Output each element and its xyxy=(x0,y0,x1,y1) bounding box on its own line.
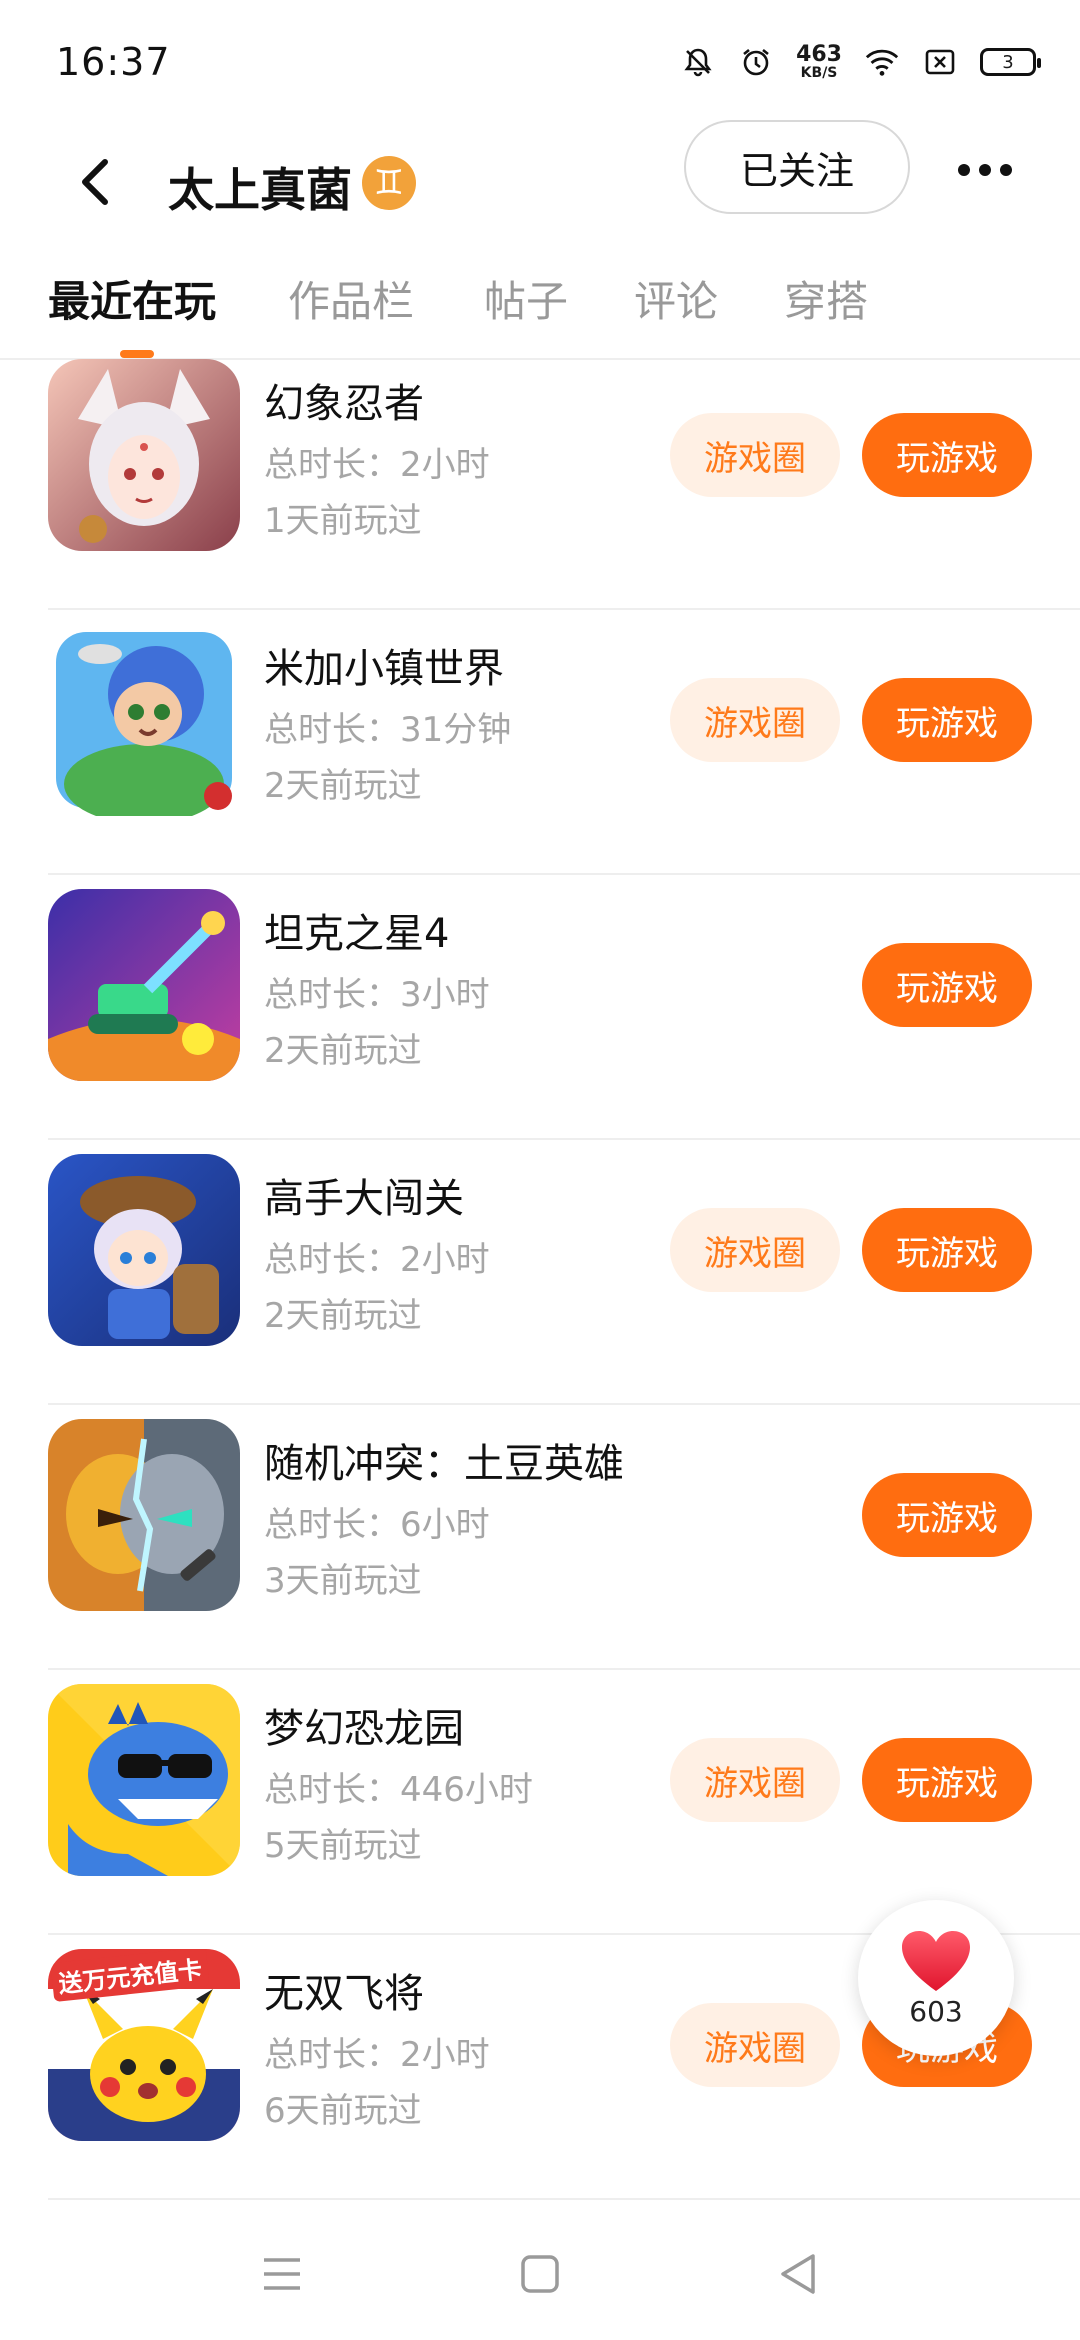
game-row[interactable]: 幻象忍者 总时长：2小时 1天前玩过 游戏圈 玩游戏 xyxy=(0,345,1080,610)
game-last-played: 3天前玩过 xyxy=(264,1561,422,1601)
menu-key[interactable] xyxy=(252,2244,312,2304)
potato-hero-icon[interactable] xyxy=(48,1419,240,1611)
game-row[interactable]: 米加小镇世界 总时长：31分钟 2天前玩过 游戏圈 玩游戏 xyxy=(0,610,1080,875)
play-game-button[interactable]: 玩游戏 xyxy=(862,1738,1032,1822)
triangle-back-icon xyxy=(781,2254,815,2294)
game-circle-button[interactable]: 游戏圈 xyxy=(670,1738,840,1822)
game-duration: 总时长：2小时 xyxy=(264,1240,490,1280)
game-title: 随机冲突：土豆英雄 xyxy=(264,1441,624,1487)
play-game-button[interactable]: 玩游戏 xyxy=(862,678,1032,762)
alarm-icon xyxy=(738,44,774,80)
game-row[interactable]: 高手大闯关 总时长：2小时 2天前玩过 游戏圈 玩游戏 xyxy=(0,1140,1080,1405)
tab-recently-played[interactable]: 最近在玩 xyxy=(48,268,216,329)
game-circle-button[interactable]: 游戏圈 xyxy=(670,678,840,762)
game-title: 高手大闯关 xyxy=(264,1176,464,1222)
home-key[interactable] xyxy=(510,2244,570,2304)
net-speed: 463 KB/S xyxy=(796,42,842,81)
square-home-icon xyxy=(521,2255,559,2293)
pikachu-icon[interactable]: 送万元充值卡 xyxy=(48,1949,240,2141)
game-duration: 总时长：6小时 xyxy=(264,1505,490,1545)
back-key[interactable] xyxy=(768,2244,828,2304)
game-duration: 总时长：2小时 xyxy=(264,2035,490,2075)
play-game-button[interactable]: 玩游戏 xyxy=(862,1208,1032,1292)
game-title: 坦克之星4 xyxy=(264,911,450,957)
game-circle-button[interactable]: 游戏圈 xyxy=(670,1208,840,1292)
play-game-button[interactable]: 玩游戏 xyxy=(862,943,1032,1027)
tab-comments[interactable]: 评论 xyxy=(634,268,718,329)
wifi-icon xyxy=(864,44,900,80)
game-duration: 总时长：446小时 xyxy=(264,1770,533,1810)
status-icons: 463 KB/S 3 xyxy=(680,42,1041,81)
ninja-girl-icon[interactable] xyxy=(48,359,240,551)
game-title: 无双飞将 xyxy=(264,1971,424,2017)
user-name: 太上真菌 xyxy=(168,163,352,217)
more-options-button[interactable] xyxy=(950,140,1020,200)
miga-town-icon[interactable] xyxy=(48,624,240,816)
game-last-played: 5天前玩过 xyxy=(264,1826,422,1866)
tank-icon[interactable] xyxy=(48,889,240,1081)
battery-level: 3 xyxy=(1002,51,1014,73)
game-last-played: 1天前玩过 xyxy=(264,501,422,541)
tab-outfits[interactable]: 穿搭 xyxy=(784,268,868,329)
net-speed-value: 463 xyxy=(796,42,842,67)
tab-posts[interactable]: 帖子 xyxy=(484,268,568,329)
mute-notification-icon xyxy=(680,44,716,80)
game-last-played: 2天前玩过 xyxy=(264,1296,422,1336)
game-row[interactable]: 梦幻恐龙园 总时长：446小时 5天前玩过 游戏圈 玩游戏 xyxy=(0,1670,1080,1935)
game-title: 梦幻恐龙园 xyxy=(264,1706,464,1752)
tab-works[interactable]: 作品栏 xyxy=(288,268,414,329)
net-speed-unit: KB/S xyxy=(800,65,838,81)
back-button[interactable] xyxy=(60,142,130,222)
battery-icon: 3 xyxy=(980,48,1041,76)
game-last-played: 2天前玩过 xyxy=(264,1031,422,1071)
profile-tabs: 最近在玩 作品栏 帖子 评论 穿搭 xyxy=(0,250,1080,360)
system-nav-bar xyxy=(0,2200,1080,2340)
game-title: 米加小镇世界 xyxy=(264,646,504,692)
game-row[interactable]: 随机冲突：土豆英雄 总时长：6小时 3天前玩过 玩游戏 xyxy=(0,1405,1080,1670)
adventurer-icon[interactable] xyxy=(48,1154,240,1346)
menu-icon xyxy=(264,2258,300,2290)
like-button[interactable]: 603 xyxy=(858,1900,1014,2056)
follow-button[interactable]: 已关注 xyxy=(684,120,910,214)
sim-icon xyxy=(922,44,958,80)
game-duration: 总时长：3小时 xyxy=(264,975,490,1015)
game-duration: 总时长：2小时 xyxy=(264,445,490,485)
game-circle-button[interactable]: 游戏圈 xyxy=(670,413,840,497)
like-count: 603 xyxy=(909,1994,963,2028)
game-circle-button[interactable]: 游戏圈 xyxy=(670,2003,840,2087)
status-time: 16:37 xyxy=(56,40,171,84)
game-last-played: 6天前玩过 xyxy=(264,2091,422,2131)
dinosaur-icon[interactable] xyxy=(48,1684,240,1876)
play-game-button[interactable]: 玩游戏 xyxy=(862,1473,1032,1557)
status-bar: 16:37 463 KB/S 3 xyxy=(0,0,1080,120)
play-game-button[interactable]: 玩游戏 xyxy=(862,413,1032,497)
gemini-zodiac-icon: ♊ xyxy=(362,156,416,210)
game-row[interactable]: 坦克之星4 总时长：3小时 2天前玩过 玩游戏 xyxy=(0,875,1080,1140)
heart-icon xyxy=(902,1930,970,1991)
chevron-left-icon xyxy=(82,159,108,205)
game-duration: 总时长：31分钟 xyxy=(264,710,512,750)
game-title: 幻象忍者 xyxy=(264,381,424,427)
game-last-played: 2天前玩过 xyxy=(264,766,422,806)
profile-header: 太上真菌 ♊ 已关注 xyxy=(0,120,1080,250)
